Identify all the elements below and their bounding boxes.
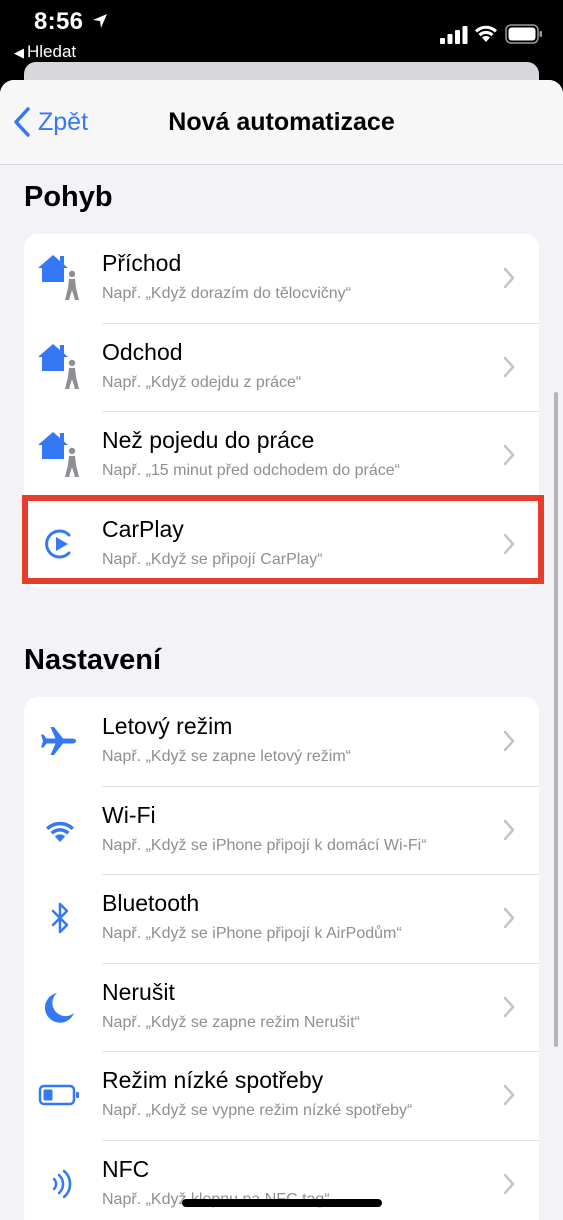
automation-sheet: Zpět Nová automatizace Pohyb Příchod Nap… [0,80,563,1220]
cellular-signal-icon [440,26,468,44]
moon-icon [36,981,84,1033]
chevron-right-icon [503,533,515,555]
list-item-airplane-mode[interactable]: Letový režim Např. „Když se zapne letový… [24,697,539,786]
location-arrow-icon [92,13,108,29]
nastaveni-group: Letový režim Např. „Když se zapne letový… [24,697,539,1220]
item-title: Příchod [102,250,181,277]
item-title: Bluetooth [102,890,199,917]
back-app-label: Hledat [27,42,76,61]
list-item-bluetooth[interactable]: Bluetooth Např. „Když se iPhone připojí … [24,874,539,963]
home-indicator[interactable] [182,1199,382,1207]
chevron-right-icon [503,1084,515,1106]
item-subtitle: Např. „Když dorazím do tělocvičny“ [102,285,351,303]
item-subtitle: Např. „Když se iPhone připojí k AirPodům… [102,925,402,943]
item-subtitle: Např. „Když se iPhone připojí k domácí W… [102,837,427,855]
chevron-right-icon [503,819,515,841]
list-item-nfc[interactable]: NFC Např. „Když klepnu na NFC tag“ [24,1140,539,1220]
item-title: Režim nízké spotřeby [102,1067,323,1094]
status-time: 8:56 [34,8,83,36]
scrollbar[interactable] [554,392,558,1047]
nfc-icon [36,1158,84,1210]
wifi-status-icon [474,23,498,43]
chevron-right-icon [503,996,515,1018]
list-item-low-power-mode[interactable]: Režim nízké spotřeby Např. „Když se vypn… [24,1051,539,1140]
item-title: Než pojedu do práce [102,427,314,454]
item-title: Nerušit [102,979,175,1006]
airplane-icon [36,715,84,767]
commute-icon [36,429,84,481]
chevron-right-icon [503,730,515,752]
item-title: Letový režim [102,713,232,740]
list-item-carplay[interactable]: CarPlay Např. „Když se připojí CarPlay“ [24,500,539,589]
section-title-nastaveni: Nastavení [24,644,161,677]
item-subtitle: Např. „Když se vypne režim nízké spotřeb… [102,1102,412,1120]
list-item-commute[interactable]: Než pojedu do práce Např. „15 minut před… [24,411,539,500]
list-item-do-not-disturb[interactable]: Nerušit Např. „Když se zapne režim Neruš… [24,963,539,1052]
list-item-odchod[interactable]: Odchod Např. „Když odejdu z práce“ [24,323,539,412]
page-title: Nová automatizace [0,108,563,137]
navigation-bar: Zpět Nová automatizace [0,80,563,165]
battery-icon [505,24,543,44]
back-triangle-icon: ◀ [14,45,24,60]
list-item-prichod[interactable]: Příchod Např. „Když dorazím do tělocvičn… [24,234,539,323]
item-title: CarPlay [102,516,184,543]
chevron-right-icon [503,356,515,378]
status-bar: 8:56 ◀Hledat [0,0,563,66]
item-subtitle: Např. „Když se zapne režim Nerušit“ [102,1014,360,1032]
chevron-right-icon [503,444,515,466]
carplay-icon [36,518,84,570]
back-to-app-link[interactable]: ◀Hledat [14,42,76,62]
wifi-icon [36,804,84,856]
leave-icon [36,341,84,393]
item-subtitle: Např. „15 minut před odchodem do práce“ [102,462,400,480]
bluetooth-icon [36,892,84,944]
arrive-icon [36,252,84,304]
list-item-wifi[interactable]: Wi-Fi Např. „Když se iPhone připojí k do… [24,786,539,875]
item-subtitle: Např. „Když se zapne letový režim“ [102,748,351,766]
chevron-right-icon [503,1173,515,1195]
battery-low-icon [36,1069,84,1121]
item-title: Odchod [102,339,183,366]
item-subtitle: Např. „Když odejdu z práce“ [102,374,301,392]
item-subtitle: Např. „Když se připojí CarPlay“ [102,551,323,569]
item-title: Wi-Fi [102,802,156,829]
chevron-right-icon [503,907,515,929]
pohyb-group: Příchod Např. „Když dorazím do tělocvičn… [24,234,539,588]
chevron-right-icon [503,267,515,289]
item-title: NFC [102,1156,149,1183]
section-title-pohyb: Pohyb [24,181,113,214]
